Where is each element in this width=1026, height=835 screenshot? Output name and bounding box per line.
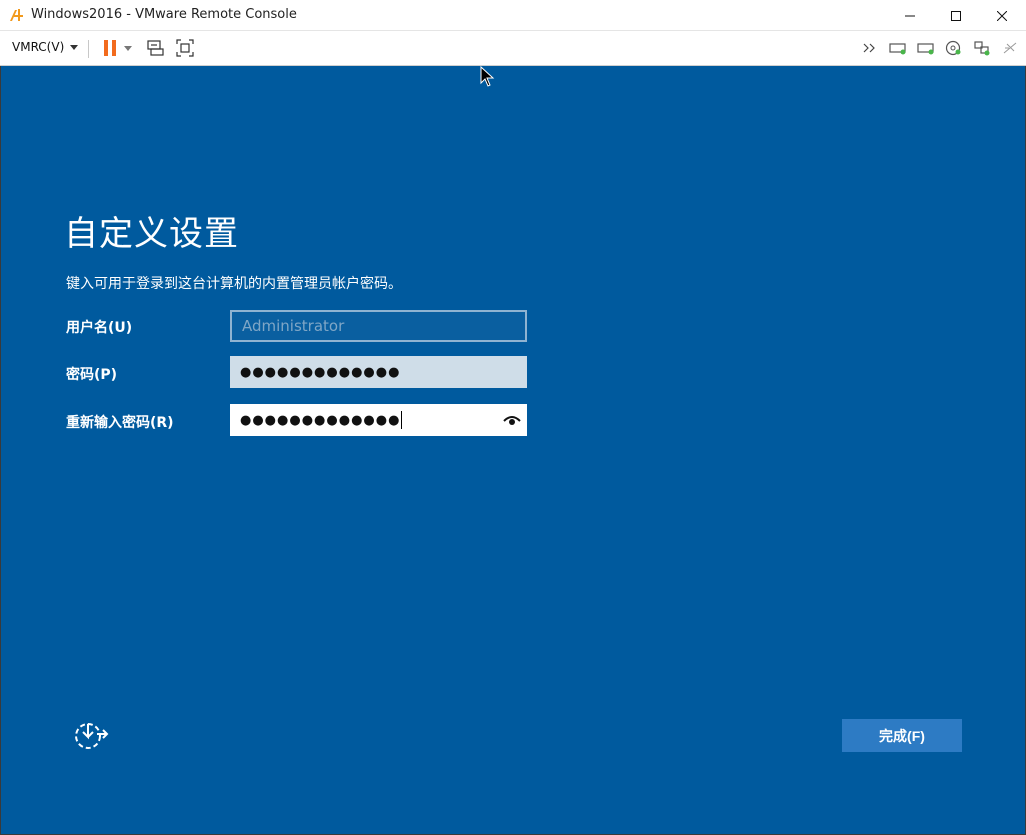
vmrc-menu-label: VMRC(V) bbox=[12, 40, 65, 54]
cd-drive-icon[interactable] bbox=[944, 38, 964, 58]
pause-icon[interactable] bbox=[100, 38, 120, 58]
power-menu-chevron-icon[interactable] bbox=[122, 38, 134, 58]
finish-button[interactable]: 完成(F) bbox=[842, 719, 962, 752]
password-field[interactable]: ●●●●●●●●●●●●● bbox=[230, 356, 527, 388]
username-label: 用户名(U) bbox=[66, 320, 133, 336]
confirm-password-label: 重新输入密码(R) bbox=[66, 415, 174, 431]
minimize-icon bbox=[905, 15, 915, 16]
text-caret bbox=[401, 411, 403, 429]
password-value: ●●●●●●●●●●●●● bbox=[240, 364, 401, 380]
maximize-icon bbox=[951, 10, 961, 21]
title-bar: Windows2016 - VMware Remote Console bbox=[0, 0, 1026, 31]
chevron-down-icon bbox=[70, 44, 79, 50]
vmware-logo-icon bbox=[10, 9, 23, 21]
confirm-password-field[interactable]: ●●●●●●●●●●●●● bbox=[230, 404, 527, 436]
close-icon bbox=[997, 10, 1007, 21]
toolbar-divider bbox=[88, 40, 89, 58]
confirm-password-value: ●●●●●●●●●●●●● bbox=[240, 412, 401, 428]
usb-device-icon[interactable] bbox=[1000, 38, 1020, 58]
password-label: 密码(P) bbox=[66, 367, 118, 383]
send-keys-icon[interactable] bbox=[145, 38, 165, 58]
instruction-text: 键入可用于登录到这台计算机的内置管理员帐户密码。 bbox=[66, 276, 402, 292]
reveal-password-eye-icon[interactable] bbox=[503, 411, 521, 429]
username-placeholder: Administrator bbox=[242, 317, 345, 335]
window-title: Windows2016 - VMware Remote Console bbox=[31, 7, 297, 22]
minimize-button[interactable] bbox=[887, 0, 933, 31]
maximize-button[interactable] bbox=[933, 0, 979, 31]
username-field[interactable]: Administrator bbox=[230, 310, 527, 342]
hard-disk-2-icon[interactable] bbox=[916, 38, 936, 58]
page-title: 自定义设置 bbox=[64, 214, 239, 254]
network-adapter-icon[interactable] bbox=[972, 38, 992, 58]
vmrc-menu-button[interactable]: VMRC(V) bbox=[12, 40, 79, 54]
vm-console[interactable]: 自定义设置 键入可用于登录到这台计算机的内置管理员帐户密码。 用户名(U) Ad… bbox=[0, 66, 1026, 835]
toolbar: VMRC(V) bbox=[0, 31, 1026, 66]
mouse-cursor-icon bbox=[480, 66, 495, 87]
hard-disk-1-icon[interactable] bbox=[888, 38, 908, 58]
close-button[interactable] bbox=[979, 0, 1025, 31]
fullscreen-icon[interactable] bbox=[175, 38, 195, 58]
overflow-icon[interactable] bbox=[860, 38, 880, 58]
device-icons bbox=[860, 38, 1020, 58]
accessibility-icon[interactable] bbox=[71, 718, 109, 752]
